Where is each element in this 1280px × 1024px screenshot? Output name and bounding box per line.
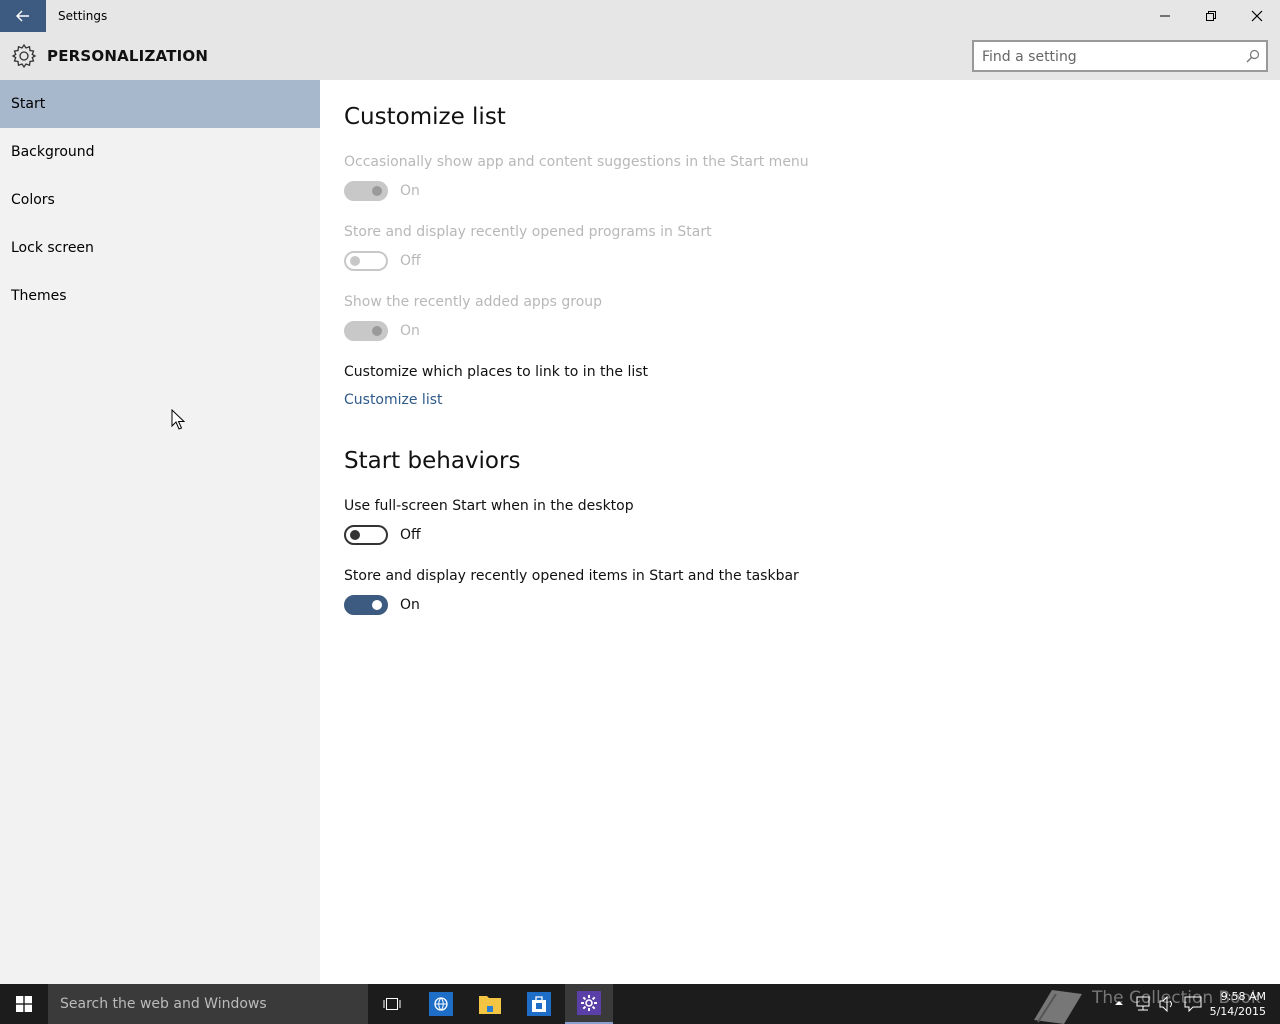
sidebar: Start Background Colors Lock screen Them… [0,80,320,984]
settings-header: PERSONALIZATION [0,32,1280,80]
toggle-knob [372,326,382,336]
restore-icon [1206,11,1216,21]
sidebar-item-label: Themes [11,288,67,304]
volume-icon[interactable] [1158,996,1176,1012]
taskbar-store[interactable] [515,984,563,1024]
network-icon[interactable] [1134,996,1152,1012]
clock-date: 5/14/2015 [1209,1005,1266,1018]
back-button[interactable] [0,0,46,32]
toggle-full-screen[interactable] [344,525,388,545]
setting-label-full-screen: Use full-screen Start when in the deskto… [344,498,634,514]
customize-list-link[interactable]: Customize list [344,392,443,408]
sidebar-item-colors[interactable]: Colors [0,176,320,224]
search-box[interactable] [972,40,1268,72]
toggle-state: Off [400,253,421,269]
taskbar-search-placeholder: Search the web and Windows [60,996,267,1012]
toggle-row-recent-apps: On [344,321,420,341]
sidebar-item-background[interactable]: Background [0,128,320,176]
toggle-suggestions[interactable] [344,181,388,201]
sidebar-item-start[interactable]: Start [0,80,320,128]
taskbar-file-explorer[interactable] [466,984,514,1024]
taskbar-clock[interactable]: 9:58 AM 5/14/2015 [1210,989,1266,1019]
toggle-recent-apps[interactable] [344,321,388,341]
close-icon [1251,10,1263,22]
browser-icon [429,992,453,1016]
window-controls [1142,0,1280,32]
clock-time: 9:58 AM [1220,990,1266,1003]
taskbar-search[interactable]: Search the web and Windows [48,984,368,1024]
sidebar-item-label: Lock screen [11,240,94,256]
section-title-start-behaviors: Start behaviors [344,448,521,474]
sidebar-item-label: Start [11,96,46,112]
toggle-knob [350,530,360,540]
taskbar: Search the web and Windows The Collectio… [0,984,1280,1024]
setting-label-recent-programs: Store and display recently opened progra… [344,224,712,240]
sidebar-item-label: Background [11,144,95,160]
toggle-recent-programs[interactable] [344,251,388,271]
page-title: PERSONALIZATION [47,47,209,65]
setting-label-recent-items: Store and display recently opened items … [344,568,799,584]
setting-label-suggestions: Occasionally show app and content sugges… [344,154,809,170]
toggle-row-full-screen: Off [344,525,421,545]
toggle-state: On [400,323,420,339]
search-input[interactable] [982,47,1232,67]
book-watermark-icon [1034,990,1082,1024]
toggle-knob [372,186,382,196]
sidebar-item-label: Colors [11,192,55,208]
taskbar-settings[interactable] [565,984,613,1024]
sidebar-item-lock-screen[interactable]: Lock screen [0,224,320,272]
toggle-row-recent-items: On [344,595,420,615]
windows-logo-icon [16,996,32,1012]
system-tray: The Collection Book 9:58 AM 5/14/2015 [1020,984,1280,1024]
taskbar-browser[interactable] [417,984,465,1024]
restore-button[interactable] [1188,0,1234,32]
toggle-state: Off [400,527,421,543]
toggle-row-suggestions: On [344,181,420,201]
search-icon[interactable] [1246,49,1260,63]
setting-label-recent-apps: Show the recently added apps group [344,294,603,310]
toggle-recent-items[interactable] [344,595,388,615]
toggle-state: On [400,183,420,199]
title-bar: Settings [0,0,1280,32]
toggle-row-recent-programs: Off [344,251,421,271]
sidebar-item-themes[interactable]: Themes [0,272,320,320]
window-title: Settings [58,9,108,23]
gear-icon [577,991,601,1015]
gear-icon [11,43,37,69]
back-arrow-icon [16,10,29,22]
section-title-customize-list: Customize list [344,104,506,130]
minimize-icon [1160,15,1170,17]
toggle-state: On [400,597,420,613]
places-label: Customize which places to link to in the… [344,364,649,380]
start-button[interactable] [0,984,48,1024]
task-view-icon [383,998,401,1010]
store-bag-icon [527,992,551,1016]
task-view-button[interactable] [368,984,416,1024]
close-button[interactable] [1234,0,1280,32]
chevron-up-icon[interactable] [1114,999,1124,1007]
toggle-knob [350,256,360,266]
action-center-icon[interactable] [1184,996,1202,1012]
folder-icon [479,996,501,1014]
minimize-button[interactable] [1142,0,1188,32]
toggle-knob [372,600,382,610]
mouse-cursor-icon [171,409,185,430]
